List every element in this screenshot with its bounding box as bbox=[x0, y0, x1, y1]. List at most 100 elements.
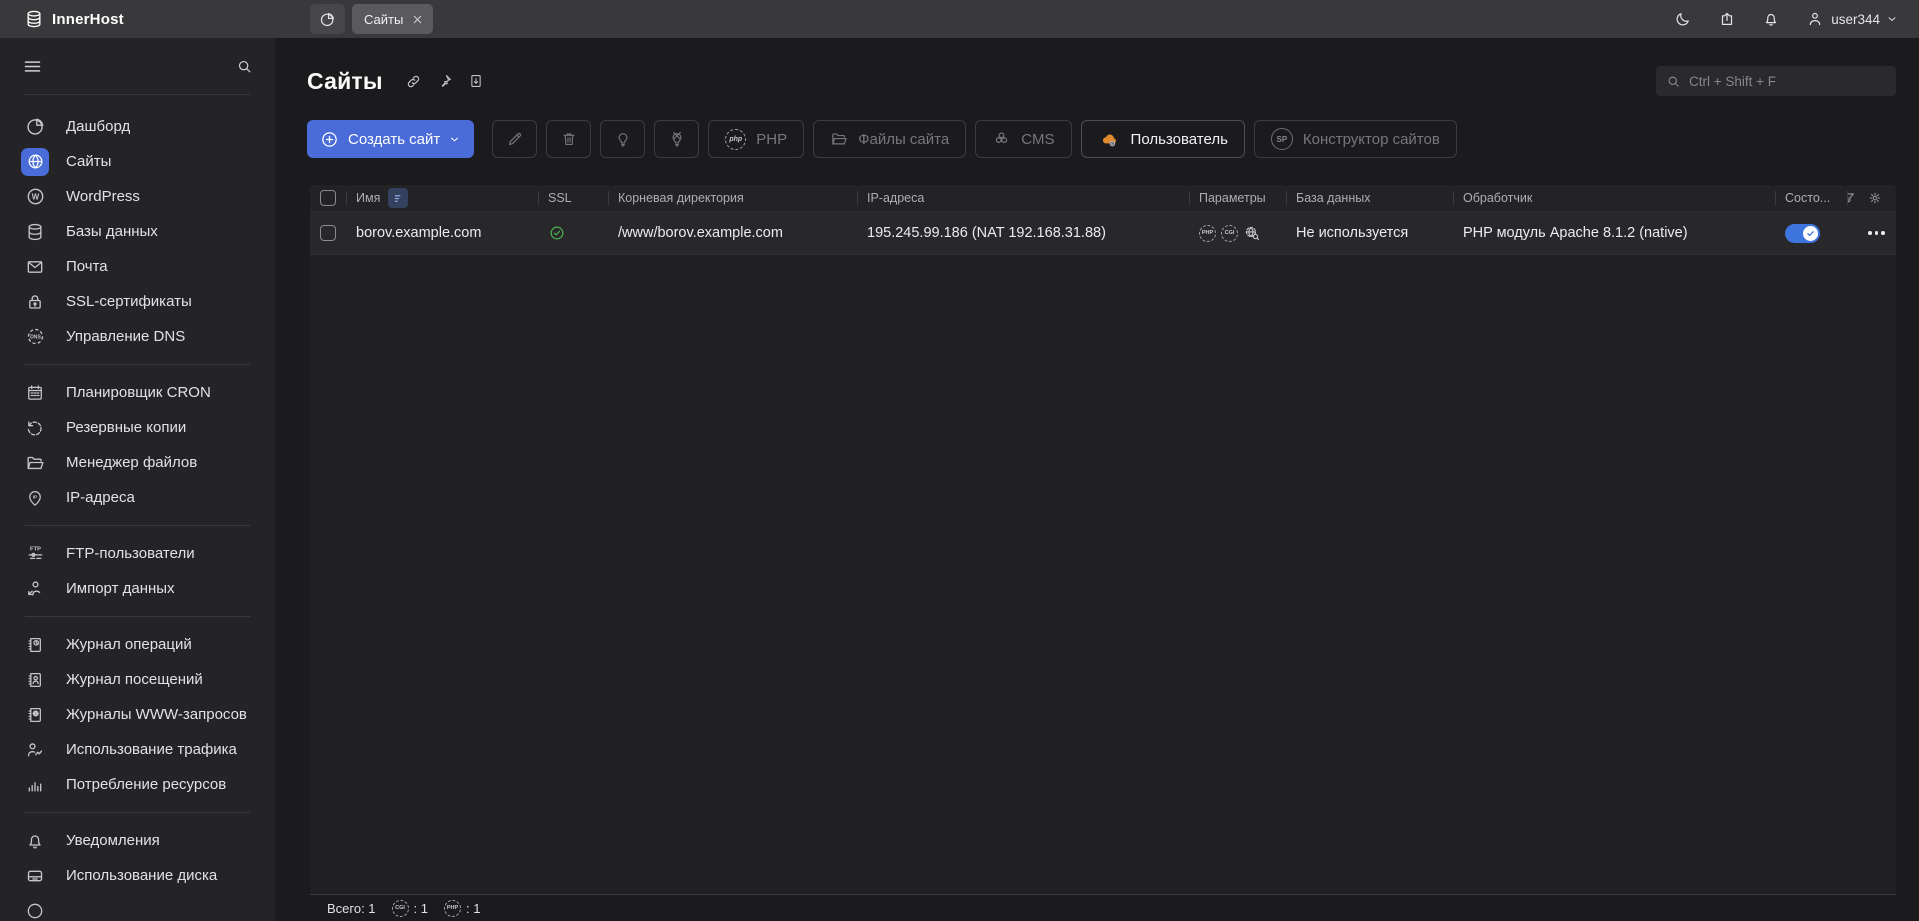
site-files-button[interactable]: Файлы сайта bbox=[813, 120, 966, 158]
sp-badge-icon: SP bbox=[1271, 128, 1293, 150]
top-bar: InnerHost Сайты bbox=[0, 0, 1919, 38]
column-header-params[interactable]: Параметры bbox=[1189, 185, 1286, 211]
close-icon[interactable] bbox=[412, 14, 423, 25]
sidebar: Дашборд Сайты W WordPress Базы данных По… bbox=[0, 38, 275, 921]
column-header-ip[interactable]: IP-адреса bbox=[857, 185, 1189, 211]
sidebar-item-databases[interactable]: Базы данных bbox=[0, 214, 275, 249]
column-header-root-dir[interactable]: Корневая директория bbox=[608, 185, 857, 211]
journal-clock-icon bbox=[21, 631, 49, 659]
sidebar-item-notifications[interactable]: Уведомления bbox=[0, 823, 275, 858]
menu-divider bbox=[25, 525, 250, 526]
database-icon bbox=[21, 218, 49, 246]
menu-divider bbox=[25, 812, 250, 813]
disable-button[interactable] bbox=[654, 120, 699, 158]
page-title: Сайты bbox=[307, 68, 383, 95]
column-header-database[interactable]: База данных bbox=[1286, 185, 1453, 211]
sidebar-item-traffic[interactable]: Использование трафика bbox=[0, 732, 275, 767]
gear-icon[interactable] bbox=[1868, 191, 1882, 205]
link-icon[interactable] bbox=[405, 73, 422, 90]
sidebar-item-wordpress[interactable]: W WordPress bbox=[0, 179, 275, 214]
dashboard-tab-button[interactable] bbox=[310, 4, 345, 34]
search-icon bbox=[1666, 74, 1681, 89]
cgi-param-icon: CGI bbox=[1221, 225, 1238, 242]
lightbulb-off-icon bbox=[668, 130, 686, 148]
sidebar-item-ssl[interactable]: SSL-сертификаты bbox=[0, 284, 275, 319]
row-menu-icon[interactable] bbox=[1868, 231, 1885, 235]
sidebar-item-import[interactable]: Импорт данных bbox=[0, 571, 275, 606]
php-param-icon: PHP bbox=[1199, 225, 1216, 242]
table-row[interactable]: borov.example.com /www/borov.example.com… bbox=[310, 212, 1896, 255]
tab-sites[interactable]: Сайты bbox=[352, 4, 433, 34]
cgi-icon: CGI bbox=[392, 900, 409, 917]
sidebar-item-www-logs[interactable]: Журналы WWW-запросов bbox=[0, 697, 275, 732]
dark-mode-moon-icon[interactable] bbox=[1674, 10, 1692, 28]
sidebar-item-dns[interactable]: DNS Управление DNS bbox=[0, 319, 275, 354]
database-logo-icon bbox=[24, 9, 44, 29]
database-cell: Не используется bbox=[1286, 212, 1453, 254]
sidebar-item-visits-log[interactable]: Журнал посещений bbox=[0, 662, 275, 697]
trash-icon bbox=[560, 130, 578, 148]
toggle-knob bbox=[1803, 226, 1818, 241]
document-export-icon[interactable] bbox=[468, 73, 484, 89]
main-content: Сайты Создать сайт bbox=[275, 38, 1919, 921]
user-icon bbox=[1806, 10, 1824, 28]
create-site-button[interactable]: Создать сайт bbox=[307, 120, 474, 158]
pin-icon[interactable] bbox=[437, 73, 453, 89]
pencil-icon bbox=[506, 130, 524, 148]
filter-icon[interactable] bbox=[1847, 191, 1856, 205]
notifications-bell-icon[interactable] bbox=[1762, 10, 1780, 28]
user-menu[interactable]: user344 bbox=[1806, 10, 1897, 28]
upload-icon[interactable] bbox=[1718, 10, 1736, 28]
chevron-down-icon bbox=[1887, 14, 1897, 24]
sidebar-item-cron[interactable]: Планировщик CRON bbox=[0, 375, 275, 410]
bar-chart-icon bbox=[21, 771, 49, 799]
delete-button[interactable] bbox=[546, 120, 591, 158]
sidebar-item-ip[interactable]: IP IP-адреса bbox=[0, 480, 275, 515]
user-button[interactable]: Пользователь bbox=[1081, 120, 1245, 158]
enable-button[interactable] bbox=[600, 120, 645, 158]
global-search[interactable] bbox=[1656, 66, 1896, 96]
column-header-ssl[interactable]: SSL bbox=[538, 185, 608, 211]
table-footer: Всего: 1 CGI : 1 PHP : 1 bbox=[310, 894, 1896, 921]
params-cell: PHP CGI bbox=[1189, 212, 1286, 254]
hamburger-menu-icon[interactable] bbox=[22, 56, 43, 77]
php-count: PHP : 1 bbox=[444, 900, 480, 917]
sort-icon[interactable] bbox=[388, 188, 408, 208]
folder-icon bbox=[21, 449, 49, 477]
ip-pin-icon: IP bbox=[21, 484, 49, 512]
sidebar-item-resources[interactable]: Потребление ресурсов bbox=[0, 767, 275, 802]
pie-chart-icon bbox=[319, 11, 336, 28]
cms-button[interactable]: CMS bbox=[975, 120, 1071, 158]
disk-icon bbox=[21, 862, 49, 890]
ip-cell: 195.245.99.186 (NAT 192.168.31.88) bbox=[857, 212, 1189, 254]
menu-divider bbox=[25, 364, 250, 365]
sidebar-item-disk-usage[interactable]: Использование диска bbox=[0, 858, 275, 893]
bell-icon bbox=[21, 827, 49, 855]
sidebar-item-backups[interactable]: Резервные копии bbox=[0, 410, 275, 445]
table-empty-area bbox=[310, 255, 1896, 894]
site-status-toggle[interactable] bbox=[1785, 224, 1820, 243]
search-input[interactable] bbox=[1689, 74, 1886, 89]
sidebar-item-sites[interactable]: Сайты bbox=[0, 144, 275, 179]
select-all-checkbox[interactable] bbox=[320, 190, 336, 206]
sidebar-item-mail[interactable]: Почта bbox=[0, 249, 275, 284]
column-header-state[interactable]: Состо... bbox=[1775, 185, 1847, 211]
handler-cell: PHP модуль Apache 8.1.2 (native) bbox=[1453, 212, 1775, 254]
column-header-name[interactable]: Имя bbox=[346, 185, 538, 211]
site-builder-button[interactable]: SP Конструктор сайтов bbox=[1254, 120, 1457, 158]
sidebar-item-operations-log[interactable]: Журнал операций bbox=[0, 627, 275, 662]
sidebar-menu: Дашборд Сайты W WordPress Базы данных По… bbox=[0, 95, 275, 921]
lightbulb-icon bbox=[614, 130, 632, 148]
edit-button[interactable] bbox=[492, 120, 537, 158]
column-header-handler[interactable]: Обработчик bbox=[1453, 185, 1775, 211]
page-header: Сайты bbox=[275, 38, 1919, 96]
php-button[interactable]: php PHP bbox=[708, 120, 804, 158]
sidebar-item-filemanager[interactable]: Менеджер файлов bbox=[0, 445, 275, 480]
sidebar-item-partial[interactable] bbox=[0, 893, 275, 921]
plus-circle-icon bbox=[320, 130, 339, 149]
row-checkbox[interactable] bbox=[320, 225, 336, 241]
sidebar-item-dashboard[interactable]: Дашборд bbox=[0, 109, 275, 144]
sidebar-item-ftp[interactable]: FTP FTP-пользователи bbox=[0, 536, 275, 571]
sidebar-search-icon[interactable] bbox=[236, 58, 253, 75]
wordpress-icon: W bbox=[21, 183, 49, 211]
